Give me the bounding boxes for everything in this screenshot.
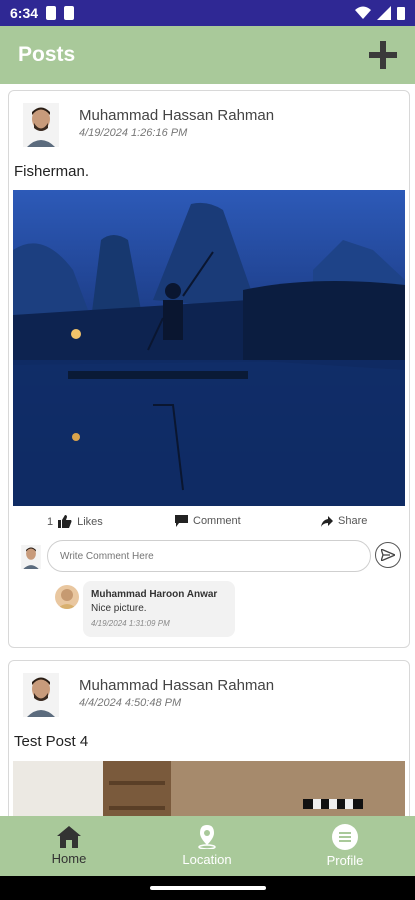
avatar — [23, 103, 59, 147]
thumbs-up-icon — [58, 515, 72, 528]
comment-input[interactable] — [47, 540, 371, 572]
avatar — [21, 545, 41, 569]
nav-location-label: Location — [182, 852, 232, 867]
nav-profile-label: Profile — [326, 853, 364, 868]
app-bar: Posts — [0, 26, 415, 84]
status-bar: 6:34 — [0, 0, 415, 26]
post-card: Muhammad Hassan Rahman 4/4/2024 4:50:48 … — [8, 660, 410, 816]
comment-input-row — [9, 539, 409, 575]
comment-button[interactable]: Comment — [175, 515, 241, 527]
comment-label: Comment — [193, 515, 241, 527]
post-date: 4/4/2024 4:50:48 PM — [79, 697, 182, 709]
nav-profile[interactable]: Profile — [276, 816, 414, 876]
post-author: Muhammad Hassan Rahman — [79, 107, 275, 124]
comment-author: Muhammad Haroon Anwar — [91, 589, 218, 600]
share-icon — [321, 515, 333, 527]
nav-home[interactable]: Home — [0, 816, 138, 876]
status-time: 6:34 — [10, 5, 39, 21]
share-button[interactable]: Share — [321, 515, 367, 527]
comment-icon — [175, 515, 188, 527]
post-text: Fisherman. — [14, 163, 90, 180]
post-date: 4/19/2024 1:26:16 PM — [79, 127, 188, 139]
location-icon — [198, 825, 216, 849]
likes-count: 1 — [47, 515, 54, 528]
signal-icon — [377, 6, 391, 20]
nav-location[interactable]: Location — [138, 816, 276, 876]
add-post-button[interactable] — [369, 41, 397, 69]
send-icon — [381, 549, 395, 561]
nav-home-label: Home — [51, 851, 87, 866]
like-button[interactable]: 1 Likes — [47, 515, 103, 528]
comment-text: Nice picture. — [91, 603, 147, 614]
post-card: Muhammad Hassan Rahman 4/19/2024 1:26:16… — [8, 90, 410, 648]
commenter-avatar — [55, 585, 79, 609]
battery-icon — [397, 7, 405, 20]
post-image[interactable] — [13, 190, 405, 506]
comment-item: Muhammad Haroon Anwar Nice picture. 4/19… — [83, 581, 235, 637]
bottom-nav: Home Location Profile — [0, 816, 415, 876]
post-image[interactable] — [13, 761, 405, 816]
posts-feed[interactable]: Muhammad Hassan Rahman 4/19/2024 1:26:16… — [0, 84, 415, 816]
home-indicator[interactable] — [150, 886, 266, 890]
share-label: Share — [338, 515, 368, 527]
avatar — [23, 673, 59, 717]
post-text: Test Post 4 — [14, 733, 89, 750]
gesture-bar — [0, 876, 415, 900]
send-comment-button[interactable] — [375, 542, 401, 568]
home-icon — [57, 826, 81, 848]
post-actions: 1 Likes Comment Share — [9, 512, 409, 534]
wifi-icon — [355, 6, 371, 19]
likes-label: Likes — [77, 515, 103, 528]
notification-icon — [46, 6, 57, 20]
comment-date: 4/19/2024 1:31:09 PM — [91, 619, 170, 628]
page-title: Posts — [18, 43, 76, 66]
sim-card-icon — [64, 6, 75, 20]
profile-icon — [332, 824, 358, 850]
post-author: Muhammad Hassan Rahman — [79, 677, 275, 694]
